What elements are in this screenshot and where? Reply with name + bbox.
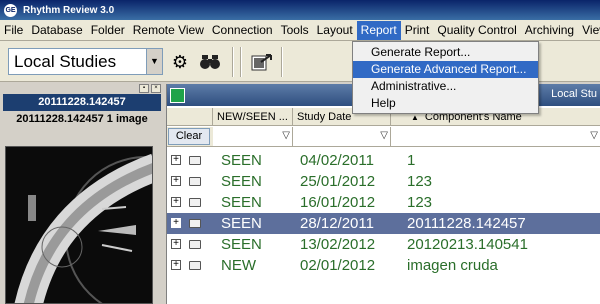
status-filter-input[interactable]: ▽ xyxy=(213,127,293,146)
table-row[interactable]: + SEEN 16/01/2012 123 xyxy=(167,192,600,213)
preview-header: 20111228.142457 20111228.142457 1 image xyxy=(3,94,161,128)
status-indicator-icon[interactable] xyxy=(170,88,185,103)
column-header-blank[interactable] xyxy=(167,108,213,125)
row-status: SEEN xyxy=(221,173,262,190)
sort-asc-icon: ▲ xyxy=(411,113,419,122)
menu-remote-view[interactable]: Remote View xyxy=(129,21,208,40)
folder-icon xyxy=(189,219,201,228)
row-date: 28/12/2011 xyxy=(300,215,374,232)
study-source-select[interactable]: Local Studies ▼ xyxy=(8,48,163,75)
filter-row: Clear ▽ ▽ ▽ xyxy=(167,127,600,147)
menu-folder[interactable]: Folder xyxy=(87,21,129,40)
filter-icon[interactable]: ▽ xyxy=(282,130,290,141)
row-name: 123 xyxy=(407,173,433,190)
column-header-status[interactable]: NEW/SEEN ... xyxy=(213,108,293,125)
menu-database[interactable]: Database xyxy=(27,21,86,40)
row-status: SEEN xyxy=(221,152,262,169)
menu-administrative[interactable]: Administrative... xyxy=(353,78,538,95)
expand-icon[interactable]: + xyxy=(171,155,181,165)
table-row[interactable]: + SEEN 25/01/2012 123 xyxy=(167,171,600,192)
expand-icon[interactable]: + xyxy=(171,176,181,186)
study-source-value: Local Studies xyxy=(14,52,117,71)
filter-icon[interactable]: ▽ xyxy=(380,130,388,141)
toolbar-separator xyxy=(240,47,242,77)
menu-print[interactable]: Print xyxy=(401,21,434,40)
panel-controls: ▪ × xyxy=(139,84,161,93)
row-date: 16/01/2012 xyxy=(300,194,376,211)
menu-tools[interactable]: Tools xyxy=(277,21,313,40)
title-bar: GE Rhythm Review 3.0 xyxy=(0,0,600,20)
window-title: Rhythm Review 3.0 xyxy=(23,4,115,16)
date-filter-input[interactable]: ▽ xyxy=(293,127,391,146)
table-row[interactable]: + NEW 02/01/2012 imagen cruda xyxy=(167,255,600,276)
menu-archiving[interactable]: Archiving xyxy=(521,21,578,40)
minimize-panel-button[interactable]: ▪ xyxy=(139,84,149,93)
menu-generate-report[interactable]: Generate Report... xyxy=(353,44,538,61)
row-date: 02/01/2012 xyxy=(300,257,376,274)
expand-icon[interactable]: + xyxy=(171,218,181,228)
close-panel-button[interactable]: × xyxy=(151,84,161,93)
filter-icon[interactable]: ▽ xyxy=(590,130,598,141)
clear-button-cell: Clear xyxy=(167,127,213,146)
row-name: 20111228.142457 xyxy=(407,215,526,232)
chevron-down-icon[interactable]: ▼ xyxy=(146,49,162,74)
name-filter-input[interactable]: ▽ xyxy=(391,127,600,146)
folder-icon xyxy=(189,198,201,207)
row-date: 13/02/2012 xyxy=(300,236,376,253)
expand-icon[interactable]: + xyxy=(171,197,181,207)
settings-gear-icon[interactable]: ⚙ xyxy=(168,51,192,73)
folder-icon xyxy=(189,156,201,165)
row-status: SEEN xyxy=(221,236,262,253)
row-status: SEEN xyxy=(221,194,262,211)
folder-icon xyxy=(189,240,201,249)
preview-title: 20111228.142457 xyxy=(38,96,126,108)
export-icon[interactable] xyxy=(250,51,274,73)
folder-icon xyxy=(189,177,201,186)
row-status: SEEN xyxy=(221,215,262,232)
row-name: 20120213.140541 xyxy=(407,236,528,253)
toolbar-separator xyxy=(232,47,234,77)
study-list-panel: Local Stu NEW/SEEN ... Study Date ▲ Compo… xyxy=(166,84,600,304)
menu-file[interactable]: File xyxy=(0,21,27,40)
toolbar-separator xyxy=(281,47,283,77)
menu-quality-control[interactable]: Quality Control xyxy=(433,21,520,40)
binoculars-icon[interactable] xyxy=(198,51,222,73)
table-row[interactable]: + SEEN 04/02/2011 1 xyxy=(167,150,600,171)
ge-logo-icon: GE xyxy=(4,3,17,17)
preview-panel: ▪ × 20111228.142457 20111228.142457 1 im… xyxy=(3,84,163,304)
table-row[interactable]: + SEEN 13/02/2012 20120213.140541 xyxy=(167,234,600,255)
row-name: imagen cruda xyxy=(407,257,498,274)
table-row-selected[interactable]: + SEEN 28/12/2011 20111228.142457 xyxy=(167,213,600,234)
row-name: 1 xyxy=(407,152,416,169)
expand-icon[interactable]: + xyxy=(171,239,181,249)
report-menu-dropdown: Generate Report... Generate Advanced Rep… xyxy=(352,41,539,114)
menu-report[interactable]: Report xyxy=(356,20,401,40)
menu-viewing[interactable]: Viewi xyxy=(578,21,600,40)
preview-subtitle: 20111228.142457 1 image xyxy=(3,111,161,128)
expand-icon[interactable]: + xyxy=(171,260,181,270)
folder-icon xyxy=(189,261,201,270)
row-date: 04/02/2011 xyxy=(300,152,374,169)
row-date: 25/01/2012 xyxy=(300,173,376,190)
menu-connection[interactable]: Connection xyxy=(208,21,277,40)
menu-bar: File Database Folder Remote View Connect… xyxy=(0,20,600,41)
menu-generate-advanced-report[interactable]: Generate Advanced Report... xyxy=(353,61,538,78)
row-name: 123 xyxy=(407,194,433,211)
row-status: NEW xyxy=(221,257,256,274)
study-list-title: Local Stu xyxy=(551,88,597,100)
clear-filter-button[interactable]: Clear xyxy=(168,128,210,145)
menu-layout[interactable]: Layout xyxy=(313,21,357,40)
menu-help[interactable]: Help xyxy=(353,95,538,112)
image-thumbnail[interactable] xyxy=(5,146,153,304)
study-rows: + SEEN 04/02/2011 1 + SEEN 25/01/2012 12… xyxy=(167,150,600,276)
